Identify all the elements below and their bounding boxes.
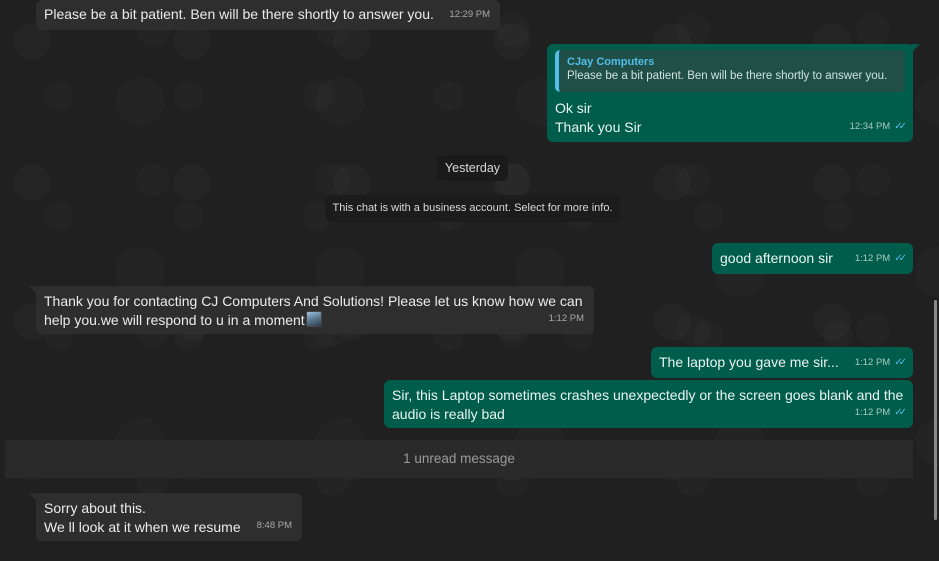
message-bubble-outgoing[interactable]: CJay Computers Please be a bit patient. … [547, 44, 920, 142]
message-bubble-incoming[interactable]: Thank you for contacting CJ Computers An… [29, 286, 594, 334]
message-bubble-outgoing[interactable]: The laptop you gave me sir... 1:12 PM ✓✓ [651, 347, 913, 378]
date-divider: Yesterday [437, 155, 508, 181]
date-divider-label: Yesterday [444, 161, 501, 175]
business-account-notice[interactable]: This chat is with a business account. Se… [325, 195, 620, 222]
message-time: 1:12 PM [854, 253, 891, 264]
unread-messages-divider: 1 unread message [5, 440, 913, 478]
message-bubble-incoming[interactable]: Sorry about this. We ll look at it when … [29, 493, 302, 541]
message-line: help you.we will respond to u in a momen… [44, 311, 322, 330]
message-text: Ok sir [555, 100, 592, 116]
message-text: Sorry about this. [44, 500, 146, 516]
notice-text: This chat is with a business account. Se… [332, 202, 613, 214]
message-text: Thank you Sir [555, 119, 642, 135]
message-meta: 1:12 PM ✓✓ [854, 353, 907, 372]
quote-author: CJay Computers [567, 56, 655, 68]
message-text: Thank you for contacting CJ Computers An… [44, 293, 583, 309]
unread-label: 1 unread message [403, 451, 515, 466]
message-bubble-incoming[interactable]: Please be a bit patient. Ben will be the… [36, 0, 500, 30]
message-meta: 1:12 PM ✓✓ [854, 249, 907, 268]
message-bubble-outgoing[interactable]: Sir, this Laptop sometimes crashes unexp… [384, 380, 913, 428]
read-receipt-icon: ✓✓ [894, 357, 907, 368]
message-time: 12:34 PM [849, 121, 891, 132]
message-text: Please be a bit patient. Ben will be the… [44, 6, 434, 22]
message-time: 1:12 PM [854, 357, 891, 368]
message-time: 12:29 PM [449, 9, 490, 20]
image-emoji-icon [305, 311, 322, 327]
chat-scrollbar[interactable] [929, 0, 939, 561]
message-time: 1:12 PM [548, 313, 584, 324]
message-text: The laptop you gave me sir... [659, 354, 839, 370]
message-text: We ll look at it when we resume [44, 519, 241, 535]
message-text: help you.we will respond to u in a momen… [44, 312, 305, 328]
message-text: Sir, this Laptop sometimes crashes unexp… [392, 387, 904, 403]
quoted-message[interactable]: CJay Computers Please be a bit patient. … [555, 50, 905, 92]
scrollbar-thumb[interactable] [934, 300, 937, 520]
message-time: 1:12 PM [854, 407, 891, 418]
message-meta: 12:34 PM ✓✓ [849, 117, 907, 136]
message-meta: 1:12 PM ✓✓ [854, 403, 907, 422]
message-text: audio is really bad [392, 406, 505, 422]
message-bubble-outgoing[interactable]: good afternoon sir 1:12 PM ✓✓ [712, 243, 913, 274]
read-receipt-icon: ✓✓ [894, 407, 907, 418]
read-receipt-icon: ✓✓ [894, 253, 907, 264]
read-receipt-icon: ✓✓ [894, 121, 907, 132]
message-text: good afternoon sir [720, 250, 833, 266]
message-time: 8:48 PM [256, 520, 292, 531]
quote-text: Please be a bit patient. Ben will be the… [567, 70, 888, 82]
